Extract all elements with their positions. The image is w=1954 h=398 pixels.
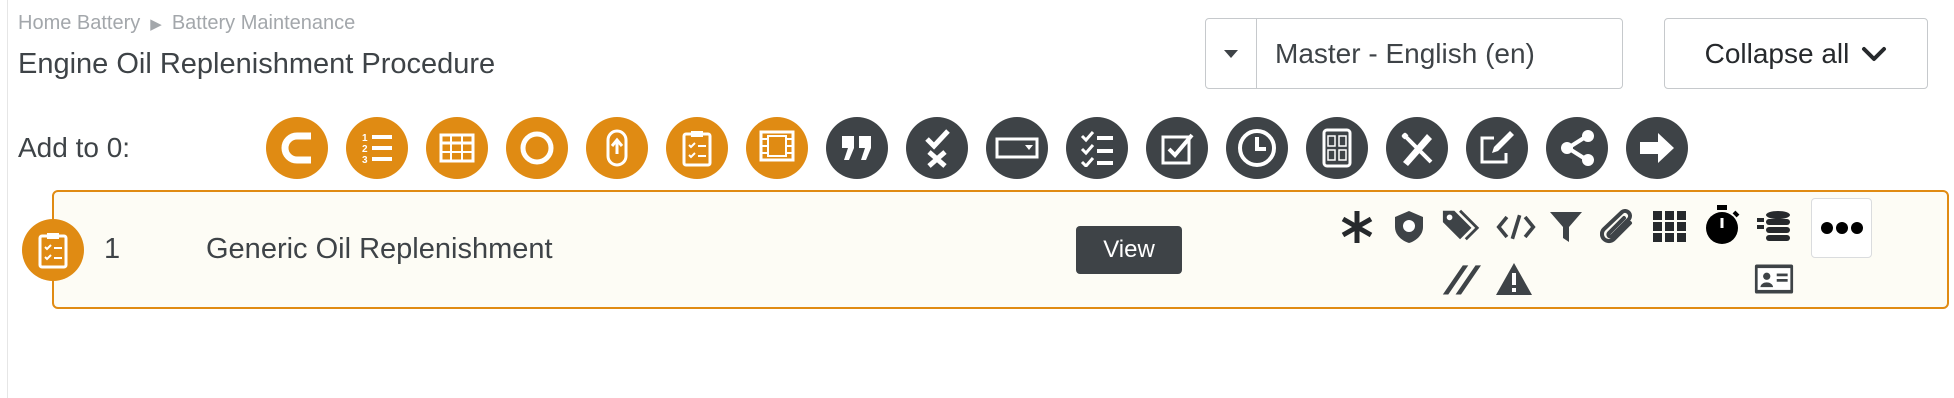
checklist-icon[interactable] [1066, 117, 1128, 179]
more-actions-button[interactable] [1811, 198, 1872, 258]
checkbox-icon[interactable] [1146, 117, 1208, 179]
chevron-down-icon [1861, 45, 1887, 63]
numbered-list-icon[interactable]: 123 [346, 117, 408, 179]
breadcrumb-separator: ▶ [150, 15, 162, 33]
procedure-number: 1 [104, 233, 121, 265]
quote-icon[interactable] [826, 117, 888, 179]
page-left-rule [7, 0, 8, 398]
procedure-title[interactable]: Generic Oil Replenishment [206, 233, 553, 266]
language-select[interactable]: Master - English (en) [1205, 18, 1623, 89]
grid-icon[interactable] [1650, 207, 1690, 247]
warning-icon[interactable] [1494, 259, 1534, 299]
clipboard-checklist-icon[interactable] [666, 117, 728, 179]
view-button[interactable]: View [1076, 226, 1182, 274]
paperclip-icon[interactable] [1598, 207, 1638, 247]
dropdown-field-icon[interactable] [986, 117, 1048, 179]
breadcrumb-home-battery[interactable]: Home Battery [18, 12, 140, 35]
slash-icon[interactable] [1441, 259, 1481, 299]
edit-icon[interactable] [1466, 117, 1528, 179]
svg-text:1: 1 [362, 133, 368, 144]
clipboard-checklist-icon [22, 219, 84, 281]
more-icon [1820, 221, 1864, 235]
circle-icon[interactable] [506, 117, 568, 179]
svg-text:2: 2 [362, 144, 368, 155]
loop-icon[interactable] [586, 117, 648, 179]
svg-text:3: 3 [362, 155, 368, 166]
tags-icon[interactable] [1441, 205, 1481, 245]
filter-icon[interactable] [1546, 207, 1586, 247]
caret-down-icon[interactable] [1206, 19, 1257, 88]
film-icon[interactable] [746, 117, 808, 179]
language-select-value: Master - English (en) [1275, 37, 1535, 69]
collapse-all-label: Collapse all [1704, 37, 1850, 69]
shield-icon[interactable] [1389, 207, 1429, 247]
check-cross-icon[interactable] [906, 117, 968, 179]
pencil-ruler-icon[interactable] [1386, 117, 1448, 179]
collapse-all-button[interactable]: Collapse all [1664, 18, 1928, 89]
table-icon[interactable] [426, 117, 488, 179]
database-icon[interactable] [1754, 207, 1794, 247]
calculator-icon[interactable] [1306, 117, 1368, 179]
component-toolbar: 123 [0, 117, 1954, 181]
id-card-icon[interactable] [1754, 259, 1794, 299]
asterisk-icon[interactable] [1337, 207, 1377, 247]
arrow-right-icon[interactable] [1626, 117, 1688, 179]
share-icon[interactable] [1546, 117, 1608, 179]
breadcrumb-battery-maintenance[interactable]: Battery Maintenance [172, 12, 355, 35]
cable-icon[interactable] [266, 117, 328, 179]
clock-icon[interactable] [1226, 117, 1288, 179]
breadcrumb: Home Battery ▶ Battery Maintenance [18, 12, 355, 35]
page-title: Engine Oil Replenishment Procedure [18, 48, 496, 80]
code-icon[interactable] [1496, 207, 1536, 247]
stopwatch-icon[interactable] [1702, 205, 1742, 245]
